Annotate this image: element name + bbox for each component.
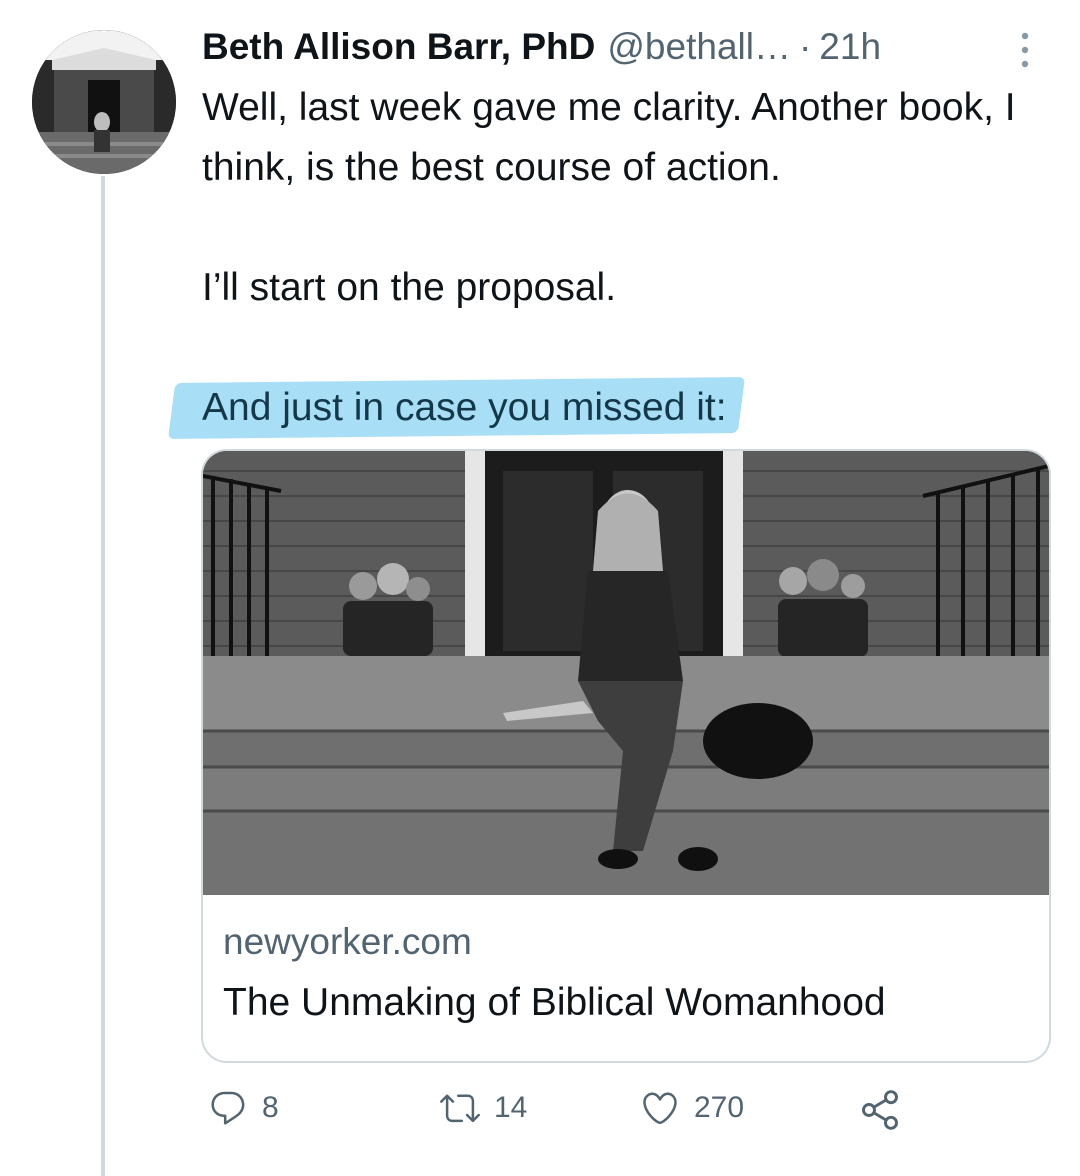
retweet-icon [440,1094,480,1123]
tweet-paragraph: Well, last week gave me clarity. Another… [202,86,1016,189]
avatar-image [32,30,176,174]
reply-icon [211,1091,245,1125]
like-count: 270 [694,1091,745,1124]
tweet-text: Well, last week gave me clarity. Another… [167,78,1052,439]
share-icon [862,1090,898,1130]
reply-count: 8 [262,1091,279,1124]
author-name[interactable]: Beth Allison Barr, PhD [202,26,595,68]
tweet-paragraph-highlighted: And just in case you missed it: [167,377,1052,439]
like-icon [643,1092,677,1125]
thread-connector-line [101,176,105,1176]
separator-dot: · [798,26,812,67]
more-vert-icon[interactable] [1010,30,1040,70]
tweet-paragraph: I’ll start on the proposal. [202,266,617,309]
avatar[interactable] [32,30,176,174]
link-domain: newyorker.com [223,921,472,962]
author-handle[interactable]: @bethall… [607,26,791,68]
link-title: The Unmaking of Biblical Womanhood [223,981,886,1024]
like-button[interactable]: 270 [640,1088,744,1128]
link-preview-image [203,451,1049,895]
link-preview-card[interactable]: newyorker.com The Unmaking of Biblical W… [201,449,1051,1063]
reply-button[interactable]: 8 [208,1088,279,1128]
tweet-actions: 8 14 270 [0,1088,1080,1138]
retweet-button[interactable]: 14 [440,1088,527,1128]
tweet-timestamp[interactable]: 21h [819,26,881,68]
tweet-header: Beth Allison Barr, PhD @bethall… · 21h [202,22,881,72]
share-button[interactable] [858,1088,902,1132]
retweet-count: 14 [494,1091,528,1124]
